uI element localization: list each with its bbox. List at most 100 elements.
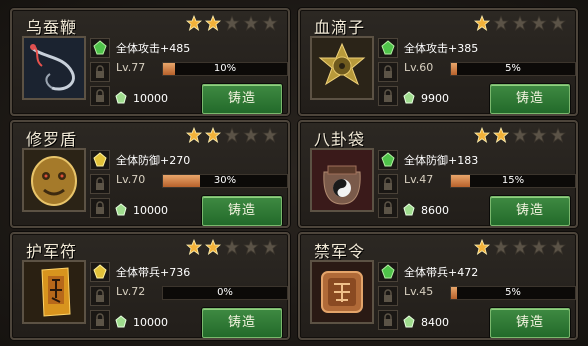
star-rating [474,15,566,31]
forge-button[interactable]: 铸造 [202,84,282,114]
equipment-card-talisman[interactable]: 护军符 全体带兵+736 Lv.72 0% 10000 铸造 [10,232,290,340]
cost-value: 8400 [421,315,449,329]
lock-icon [90,198,110,218]
progress-percent: 5% [505,287,521,298]
lock-icon [378,62,398,82]
star-empty-icon [512,15,528,31]
equipment-card-shield[interactable]: 修罗盾 全体防御+270 Lv.70 30% 10000 铸造 [10,120,290,228]
progress-bar: 10% [162,62,288,76]
lock-icon [378,286,398,306]
green-gem-icon[interactable] [378,262,398,282]
cost: 10000 [114,315,168,329]
gem-slots [90,262,110,334]
level-label: Lv.47 [404,173,434,186]
forge-button[interactable]: 铸造 [490,196,570,226]
level-label: Lv.45 [404,285,434,298]
cost: 10000 [114,203,168,217]
equipment-card-bagua-bag[interactable]: 八卦袋 全体防御+183 Lv.47 15% 8600 铸造 [298,120,578,228]
progress-bar: 15% [450,174,576,188]
cost-value: 9900 [421,91,449,105]
talisman-icon[interactable] [22,260,86,324]
progress-bar: 5% [450,62,576,76]
gem-slots [90,38,110,110]
star-empty-icon [262,239,278,255]
silver-icon [115,203,127,216]
level-label: Lv.77 [116,61,146,74]
attribute-bonus: 全体带兵+472 [404,266,479,279]
star-empty-icon [512,239,528,255]
equipment-name: 乌蚕鞭 [26,18,78,37]
lock-icon [378,198,398,218]
star-empty-icon [493,239,509,255]
star-filled-icon [474,239,490,255]
star-empty-icon [224,239,240,255]
cost-value: 10000 [133,315,168,329]
star-filled-icon [474,127,490,143]
lock-icon [378,174,398,194]
progress-percent: 15% [501,175,525,186]
equipment-name: 血滴子 [314,18,366,37]
level-label: Lv.70 [116,173,146,186]
star-empty-icon [224,127,240,143]
star-empty-icon [262,127,278,143]
lock-icon [90,174,110,194]
silver-icon [403,203,415,216]
star-empty-icon [262,15,278,31]
star-empty-icon [550,127,566,143]
cost: 8600 [402,203,449,217]
lock-icon [90,286,110,306]
progress-bar: 30% [162,174,288,188]
star-rating [186,239,278,255]
green-gem-icon[interactable] [378,38,398,58]
yellow-gem-icon[interactable] [90,262,110,282]
yellow-gem-icon[interactable] [90,150,110,170]
star-filled-icon [186,239,202,255]
lock-icon [90,62,110,82]
star-filled-icon [186,15,202,31]
green-gem-icon[interactable] [90,38,110,58]
forge-button[interactable]: 铸造 [490,308,570,338]
gem-slots [378,150,398,222]
progress-percent: 30% [213,175,237,186]
star-rating [474,239,566,255]
star-empty-icon [531,15,547,31]
lock-icon [378,86,398,106]
forge-button[interactable]: 铸造 [490,84,570,114]
equipment-panel: 乌蚕鞭 全体攻击+485 Lv.77 10% 10000 铸造 血滴子 全体攻击… [0,0,588,346]
star-empty-icon [512,127,528,143]
blood-drop-weapon-icon[interactable] [310,36,374,100]
star-filled-icon [205,15,221,31]
whip-icon[interactable] [22,36,86,100]
progress-percent: 5% [505,63,521,74]
shield-icon[interactable] [22,148,86,212]
forge-button[interactable]: 铸造 [202,308,282,338]
lock-icon [90,86,110,106]
equipment-card-whip[interactable]: 乌蚕鞭 全体攻击+485 Lv.77 10% 10000 铸造 [10,8,290,116]
star-empty-icon [243,239,259,255]
star-filled-icon [186,127,202,143]
progress-percent: 0% [217,287,233,298]
cost: 10000 [114,91,168,105]
equipment-name: 护军符 [26,242,78,261]
star-filled-icon [205,127,221,143]
command-token-icon[interactable] [310,260,374,324]
bagua-bag-icon[interactable] [310,148,374,212]
forge-button[interactable]: 铸造 [202,196,282,226]
equipment-card-blood-drop[interactable]: 血滴子 全体攻击+385 Lv.60 5% 9900 铸造 [298,8,578,116]
star-empty-icon [224,15,240,31]
star-filled-icon [205,239,221,255]
lock-icon [90,310,110,330]
green-gem-icon[interactable] [378,150,398,170]
equipment-name: 八卦袋 [314,130,366,149]
star-empty-icon [550,15,566,31]
star-empty-icon [531,239,547,255]
gem-slots [378,262,398,334]
equipment-card-command-token[interactable]: 禁军令 全体带兵+472 Lv.45 5% 8400 铸造 [298,232,578,340]
silver-icon [115,315,127,328]
star-filled-icon [493,127,509,143]
progress-bar: 5% [450,286,576,300]
cost-value: 10000 [133,203,168,217]
star-empty-icon [493,15,509,31]
equipment-name: 禁军令 [314,242,366,261]
attribute-bonus: 全体带兵+736 [116,266,191,279]
